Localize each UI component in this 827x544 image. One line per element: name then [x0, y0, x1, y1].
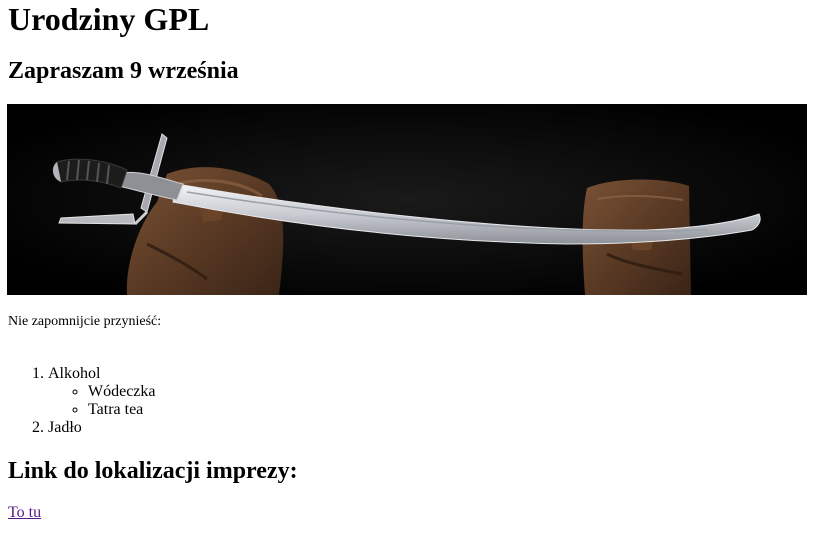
- list-item: Wódeczka: [88, 383, 156, 401]
- bring-list: Alkohol Wódeczka Tatra tea Jadło: [8, 365, 156, 437]
- list-item-jadlo: Jadło: [48, 419, 156, 437]
- alkohol-sublist: Wódeczka Tatra tea: [48, 383, 156, 419]
- reminder-text: Nie zapomnijcie przynieść:: [8, 314, 162, 329]
- location-link[interactable]: To tu: [8, 504, 41, 522]
- banner-image: [7, 104, 807, 295]
- location-heading: Link do lokalizacji imprezy:: [8, 458, 298, 484]
- saber-icon: [7, 104, 807, 295]
- list-item-alkohol: Alkohol Wódeczka Tatra tea: [48, 365, 156, 419]
- page-title: Urodziny GPL: [8, 1, 210, 37]
- page-subtitle: Zapraszam 9 września: [8, 58, 239, 84]
- list-item: Tatra tea: [88, 401, 156, 419]
- list-item-label: Alkohol: [48, 365, 101, 382]
